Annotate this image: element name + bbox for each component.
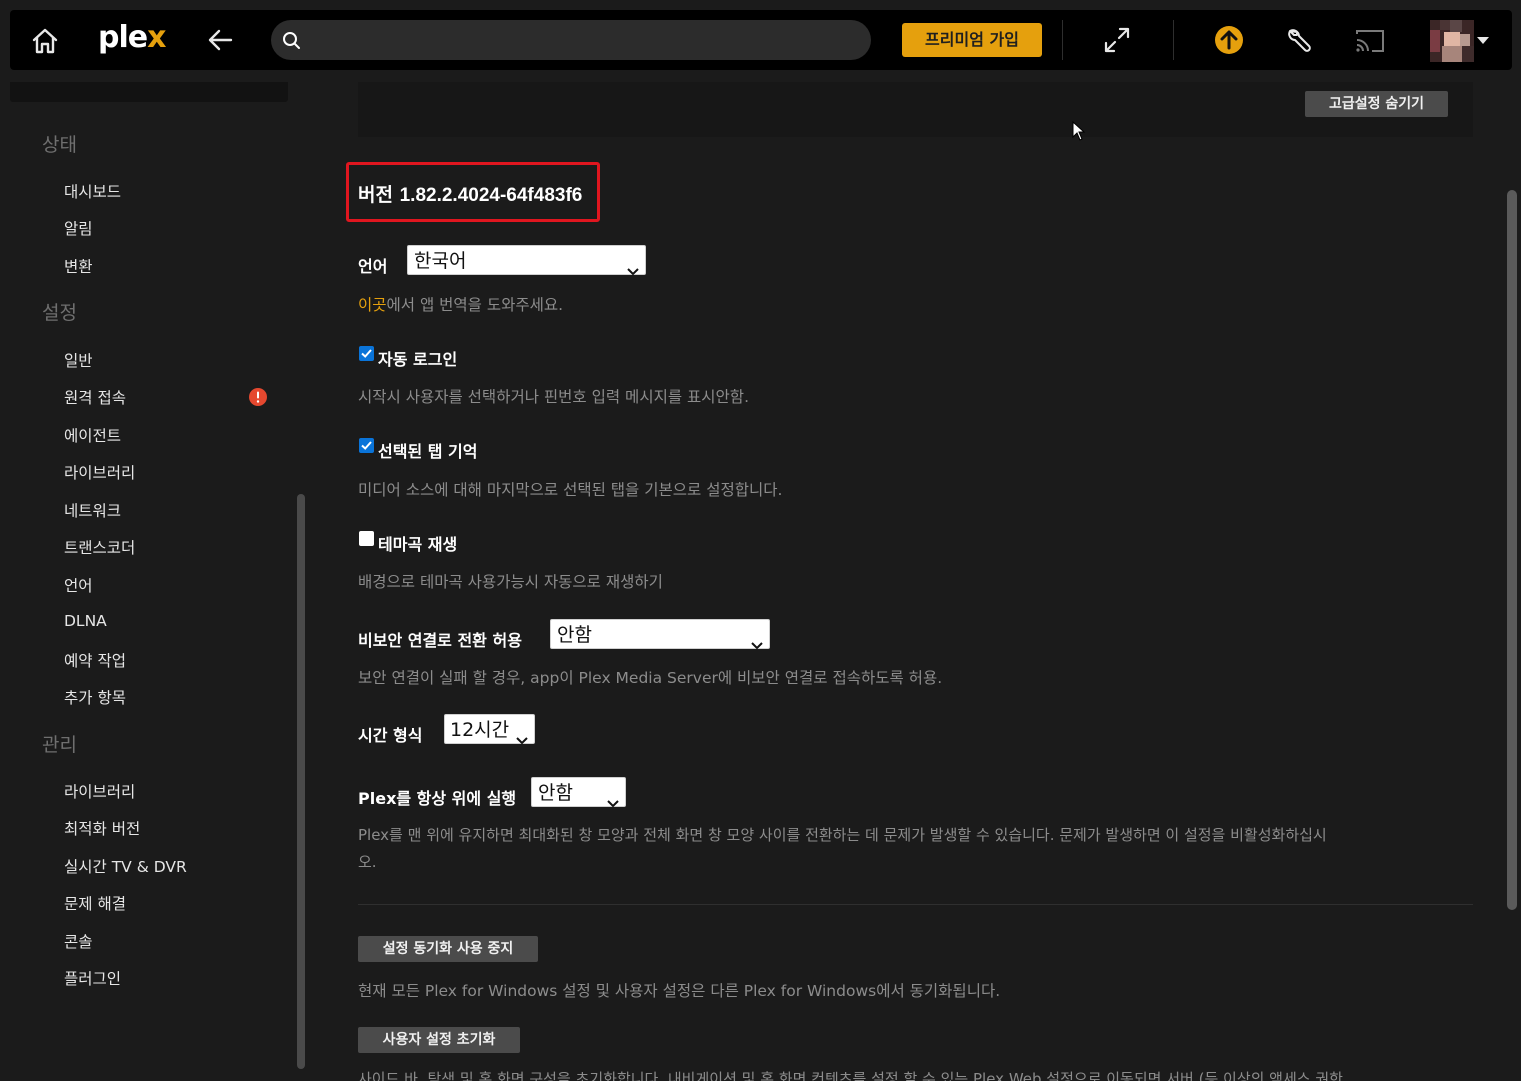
- divider: [1062, 20, 1063, 60]
- always-on-top-label: Plex를 항상 위에 실행: [358, 789, 517, 808]
- sidebar-item-dashboard[interactable]: 대시보드: [64, 180, 121, 202]
- language-select-value: 한국어: [414, 250, 467, 272]
- fullscreen-icon[interactable]: [1100, 23, 1134, 57]
- chevron-down-icon: [751, 630, 763, 650]
- search-input[interactable]: [311, 26, 851, 54]
- sidebar-section-status: 상태: [42, 134, 77, 156]
- sidebar-header-remnant: [10, 82, 288, 102]
- sidebar-item-extras[interactable]: 추가 항목: [64, 686, 126, 708]
- language-help-text: 에서 앱 번역을 도와주세요.: [386, 296, 564, 314]
- sidebar-item-troubleshooting[interactable]: 문제 해결: [64, 892, 126, 914]
- reset-settings-desc: 사이드 바, 탐색 및 홈 화면 구성을 초기화합니다. 내비게이션 및 홈 화…: [358, 1070, 1343, 1081]
- always-on-top-desc: Plex를 맨 위에 유지하면 최대화된 창 모양과 전체 화면 창 모양 사이…: [358, 826, 1327, 844]
- hide-advanced-button[interactable]: 고급설정 숨기기: [1305, 91, 1448, 117]
- time-format-value: 12시간: [450, 719, 510, 741]
- sidebar-item-agents[interactable]: 에이전트: [64, 424, 121, 446]
- translate-link[interactable]: 이곳: [358, 296, 387, 314]
- sidebar-item-library[interactable]: 라이브러리: [64, 461, 135, 483]
- sidebar-item-remote-access[interactable]: 원격 접속: [64, 386, 126, 408]
- plex-logo[interactable]: plex: [98, 20, 166, 55]
- search-icon: [280, 29, 302, 51]
- insecure-connection-desc: 보안 연결이 실패 할 경우, app이 Plex Media Server에 …: [358, 669, 943, 687]
- divider: [1173, 20, 1174, 60]
- always-on-top-value: 안함: [538, 782, 573, 804]
- remember-tab-label: 선택된 탭 기억: [378, 442, 478, 461]
- insecure-connection-select[interactable]: 안함: [550, 619, 770, 650]
- sidebar-item-language[interactable]: 언어: [64, 574, 93, 596]
- disable-settings-sync-button[interactable]: 설정 동기화 사용 중지: [358, 936, 538, 962]
- premium-signup-button[interactable]: 프리미엄 가입: [902, 23, 1042, 57]
- reset-user-settings-button[interactable]: 사용자 설정 초기화: [358, 1027, 520, 1053]
- remember-tab-desc: 미디어 소스에 대해 마지막으로 선택된 탭을 기본으로 설정합니다.: [358, 481, 783, 499]
- always-on-top-select[interactable]: 안함: [531, 777, 626, 808]
- sidebar-scrollbar[interactable]: [297, 494, 305, 1069]
- language-help: 이곳에서 앱 번역을 도와주세요.: [358, 293, 563, 315]
- mouse-cursor-icon: [1072, 120, 1086, 141]
- theme-music-checkbox[interactable]: [359, 531, 374, 546]
- sidebar-item-plugins[interactable]: 플러그인: [64, 967, 121, 989]
- time-format-label: 시간 형식: [358, 726, 423, 745]
- auto-login-label: 자동 로그인: [378, 350, 458, 369]
- sidebar-section-settings: 설정: [42, 302, 77, 324]
- language-label: 언어: [358, 257, 388, 276]
- home-icon[interactable]: [28, 24, 62, 58]
- sidebar-item-dlna[interactable]: DLNA: [64, 612, 107, 630]
- wrench-settings-icon[interactable]: [1283, 24, 1315, 56]
- auto-login-desc: 시작시 사용자를 선택하거나 핀번호 입력 메시지를 표시안함.: [358, 388, 749, 406]
- chevron-down-icon: [516, 725, 528, 745]
- sidebar-item-scheduled-tasks[interactable]: 예약 작업: [64, 649, 126, 671]
- remember-tab-checkbox[interactable]: [359, 438, 374, 453]
- update-arrow-icon[interactable]: [1213, 24, 1245, 56]
- cast-icon[interactable]: [1353, 24, 1387, 56]
- auto-login-checkbox[interactable]: [359, 346, 374, 361]
- sidebar-item-transcoder[interactable]: 트랜스코더: [64, 536, 135, 558]
- avatar[interactable]: [1430, 20, 1474, 62]
- language-select[interactable]: 한국어: [407, 245, 646, 276]
- sidebar-item-live-tv-dvr[interactable]: 실시간 TV & DVR: [64, 855, 187, 877]
- sidebar-item-console[interactable]: 콘솔: [64, 930, 93, 952]
- chevron-down-icon: [607, 788, 619, 808]
- sidebar-item-conversions[interactable]: 변환: [64, 255, 93, 277]
- sidebar-section-manage: 관리: [42, 734, 77, 756]
- sidebar-item-optimized-versions[interactable]: 최적화 버전: [64, 817, 140, 839]
- version-value: 1.82.2.4024-64f483f6: [399, 185, 583, 206]
- top-bar: plex 프리미엄 가입: [10, 10, 1512, 70]
- divider: [358, 904, 1473, 905]
- back-arrow-icon[interactable]: [206, 24, 236, 56]
- always-on-top-desc-cont: 오.: [358, 853, 377, 871]
- insecure-connection-value: 안함: [557, 624, 592, 646]
- warning-icon: [249, 388, 267, 406]
- sidebar-item-general[interactable]: 일반: [64, 349, 93, 371]
- theme-music-desc: 배경으로 테마곡 사용가능시 자동으로 재생하기: [358, 573, 663, 591]
- chevron-down-icon: [627, 256, 639, 276]
- version-prefix: 버전: [358, 184, 393, 206]
- theme-music-label: 테마곡 재생: [378, 535, 458, 554]
- version-text: 버전 1.82.2.4024-64f483f6: [358, 180, 582, 207]
- chevron-down-icon[interactable]: [1476, 32, 1490, 46]
- insecure-connection-label: 비보안 연결로 전환 허용: [358, 631, 522, 650]
- search-bar[interactable]: [271, 20, 871, 60]
- sidebar-item-alerts[interactable]: 알림: [64, 217, 93, 239]
- main-scrollbar[interactable]: [1507, 190, 1517, 910]
- settings-sync-desc: 현재 모든 Plex for Windows 설정 및 사용자 설정은 다른 P…: [358, 982, 1001, 1000]
- time-format-select[interactable]: 12시간: [444, 714, 535, 745]
- sidebar-item-network[interactable]: 네트워크: [64, 499, 121, 521]
- sidebar-item-manage-libraries[interactable]: 라이브러리: [64, 780, 135, 802]
